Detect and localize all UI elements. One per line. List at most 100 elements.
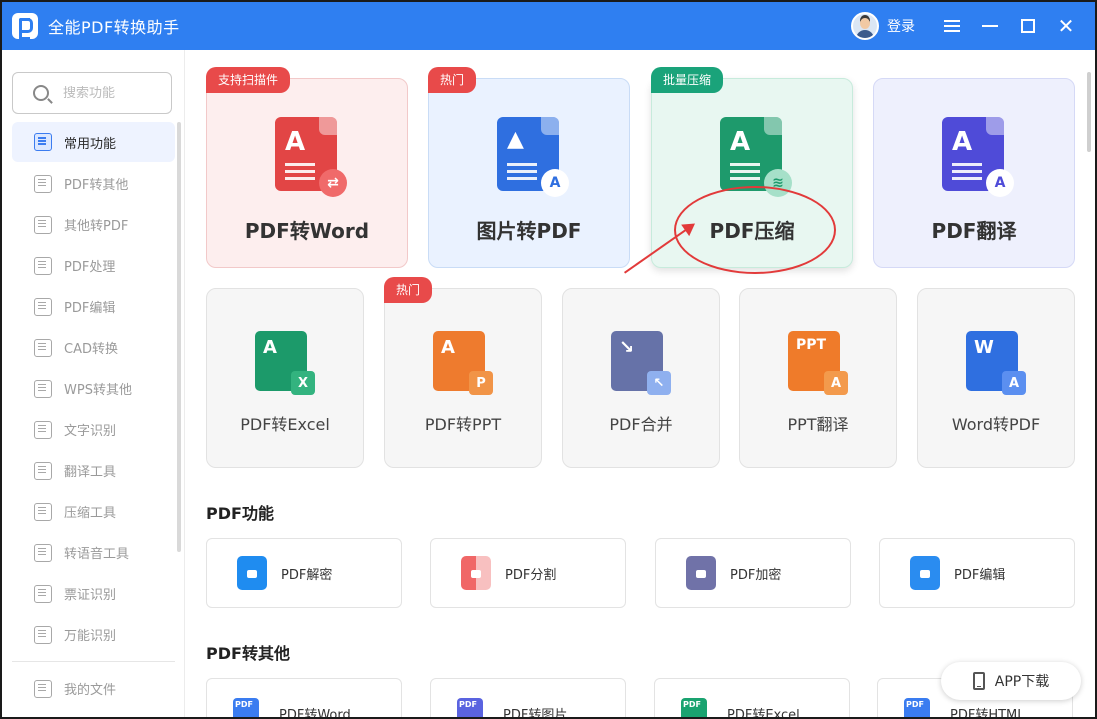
pdf-translate-icon: A A — [942, 117, 1014, 197]
search-icon — [33, 85, 49, 101]
func-card-pdf-edit[interactable]: PDF编辑 — [879, 538, 1075, 608]
sidebar-nav: 常用功能 PDF转其他 其他转PDF PDF处理 PDF编辑 CAD转换 WPS… — [2, 122, 185, 709]
card-ribbon: 热门 — [384, 277, 433, 303]
ocr-icon — [34, 420, 52, 439]
card-ribbon: 支持扫描件 — [206, 67, 291, 93]
func-card-pdf-encrypt[interactable]: PDF加密 — [655, 538, 851, 608]
pdf-to-word-icon: A ⇄ — [275, 117, 347, 197]
pdf-file-icon: PDF — [681, 698, 707, 717]
func-label: PDF转Excel — [727, 707, 800, 719]
card-label: PDF翻译 — [931, 219, 1017, 243]
func-card-pdf-to-image[interactable]: PDF PDF转图片 — [430, 678, 626, 719]
app-download-button[interactable]: APP下载 — [941, 662, 1081, 700]
tool-card-ppt-translate[interactable]: PPT A PPT翻译 — [739, 288, 897, 468]
sidebar-item-label: 压缩工具 — [64, 506, 117, 521]
func-card-pdf-to-excel[interactable]: PDF PDF转Excel — [654, 678, 850, 719]
sidebar-item-label: PDF编辑 — [64, 301, 116, 316]
close-icon: ✕ — [1057, 14, 1075, 38]
pencil-icon — [910, 556, 940, 590]
sidebar: 常用功能 PDF转其他 其他转PDF PDF处理 PDF编辑 CAD转换 WPS… — [2, 50, 185, 717]
sidebar-item-common[interactable]: 常用功能 — [12, 122, 175, 162]
func-card-pdf-to-word[interactable]: PDF PDF转Word — [206, 678, 402, 719]
func-label: PDF分割 — [505, 567, 557, 583]
cad-icon — [34, 338, 52, 357]
func-label: PDF转HTML — [950, 707, 1025, 719]
compress-icon — [34, 502, 52, 521]
sidebar-item-pdf-process[interactable]: PDF处理 — [2, 245, 185, 286]
avatar[interactable] — [851, 12, 879, 40]
login-link[interactable]: 登录 — [887, 16, 915, 36]
card-label: PPT翻译 — [787, 415, 849, 434]
sidebar-item-label: 票证识别 — [64, 588, 117, 603]
highlight-ellipse — [674, 186, 836, 274]
title-bar-controls: 登录 ✕ — [851, 2, 1085, 50]
sidebar-item-label: 常用功能 — [64, 136, 117, 152]
tool-card-word-to-pdf[interactable]: WA Word转PDF — [917, 288, 1075, 468]
sidebar-scrollbar[interactable] — [177, 122, 181, 552]
grid-icon — [34, 133, 52, 151]
app-download-label: APP下载 — [994, 674, 1050, 690]
main-scrollbar[interactable] — [1087, 72, 1091, 152]
speech-icon — [34, 543, 52, 562]
feature-card-pdf-translate[interactable]: A A PDF翻译 — [873, 78, 1075, 268]
app-logo-icon — [12, 13, 38, 40]
func-label: PDF转Word — [279, 707, 351, 719]
pdf-convert-icon — [34, 174, 52, 193]
pdf-compress-icon: A ≋ — [720, 117, 792, 197]
search-input[interactable] — [63, 85, 153, 101]
sidebar-item-pdf-to-other[interactable]: PDF转其他 — [2, 163, 185, 204]
card-label: PDF合并 — [609, 415, 673, 434]
sidebar-item-compress[interactable]: 压缩工具 — [2, 491, 185, 532]
func-card-pdf-split[interactable]: PDF分割 — [430, 538, 626, 608]
card-label: PDF转Word — [244, 219, 370, 243]
tool-card-pdf-merge[interactable]: ↘ ↖ PDF合并 — [562, 288, 720, 468]
sidebar-item-label: 转语音工具 — [64, 547, 130, 562]
tool-card-pdf-to-ppt[interactable]: 热门 AP PDF转PPT — [384, 277, 542, 468]
translate-icon — [34, 461, 52, 480]
title-bar: 全能PDF转换助手 登录 ✕ — [2, 2, 1095, 50]
tool-card-pdf-to-excel[interactable]: AX PDF转Excel — [206, 288, 364, 468]
card-label: PDF转PPT — [424, 415, 502, 434]
feature-card-pdf-to-word[interactable]: 支持扫描件 A ⇄ PDF转Word — [206, 67, 408, 268]
sidebar-item-other-to-pdf[interactable]: 其他转PDF — [2, 204, 185, 245]
func-label: PDF解密 — [281, 567, 333, 583]
hamburger-icon — [944, 20, 960, 32]
menu-button[interactable] — [933, 2, 971, 50]
sidebar-item-translate[interactable]: 翻译工具 — [2, 450, 185, 491]
close-button[interactable]: ✕ — [1047, 2, 1085, 50]
sidebar-item-label: 翻译工具 — [64, 465, 117, 480]
feature-card-image-to-pdf[interactable]: 热门 ▲ A 图片转PDF — [428, 67, 630, 268]
sidebar-item-cad[interactable]: CAD转换 — [2, 327, 185, 368]
sidebar-item-pdf-edit[interactable]: PDF编辑 — [2, 286, 185, 327]
app-title: 全能PDF转换助手 — [48, 18, 180, 37]
pdf-file-icon: PDF — [233, 698, 259, 717]
sidebar-item-ocr[interactable]: 文字识别 — [2, 409, 185, 450]
sidebar-item-ticket[interactable]: 票证识别 — [2, 573, 185, 614]
to-pdf-icon — [34, 215, 52, 234]
sidebar-item-my-files[interactable]: 我的文件 — [2, 668, 185, 709]
section-title-pdf-functions: PDF功能 — [206, 504, 274, 523]
card-label: PDF转Excel — [240, 415, 330, 434]
sidebar-item-label: 文字识别 — [64, 424, 117, 439]
lock-icon — [686, 556, 716, 590]
sidebar-item-speech[interactable]: 转语音工具 — [2, 532, 185, 573]
wps-icon — [34, 379, 52, 398]
sidebar-item-label: CAD转换 — [64, 342, 118, 357]
card-label: Word转PDF — [951, 415, 1041, 434]
section-title-pdf-to-other: PDF转其他 — [206, 644, 290, 663]
split-icon — [461, 556, 491, 590]
minimize-button[interactable] — [971, 2, 1009, 50]
sidebar-item-wps[interactable]: WPS转其他 — [2, 368, 185, 409]
maximize-button[interactable] — [1009, 2, 1047, 50]
pdf-to-ppt-icon: AP — [433, 331, 493, 395]
pdf-file-icon: PDF — [904, 698, 930, 717]
func-label: PDF转图片 — [503, 707, 568, 719]
card-ribbon: 批量压缩 — [651, 67, 724, 93]
func-label: PDF加密 — [730, 567, 782, 583]
func-card-pdf-decrypt[interactable]: PDF解密 — [206, 538, 402, 608]
pdf-merge-icon: ↘ ↖ — [611, 331, 671, 395]
search-box[interactable] — [12, 72, 172, 114]
sidebar-item-universal-scan[interactable]: 万能识别 — [2, 614, 185, 655]
sidebar-divider — [12, 661, 175, 662]
pdf-edit-icon — [34, 297, 52, 316]
